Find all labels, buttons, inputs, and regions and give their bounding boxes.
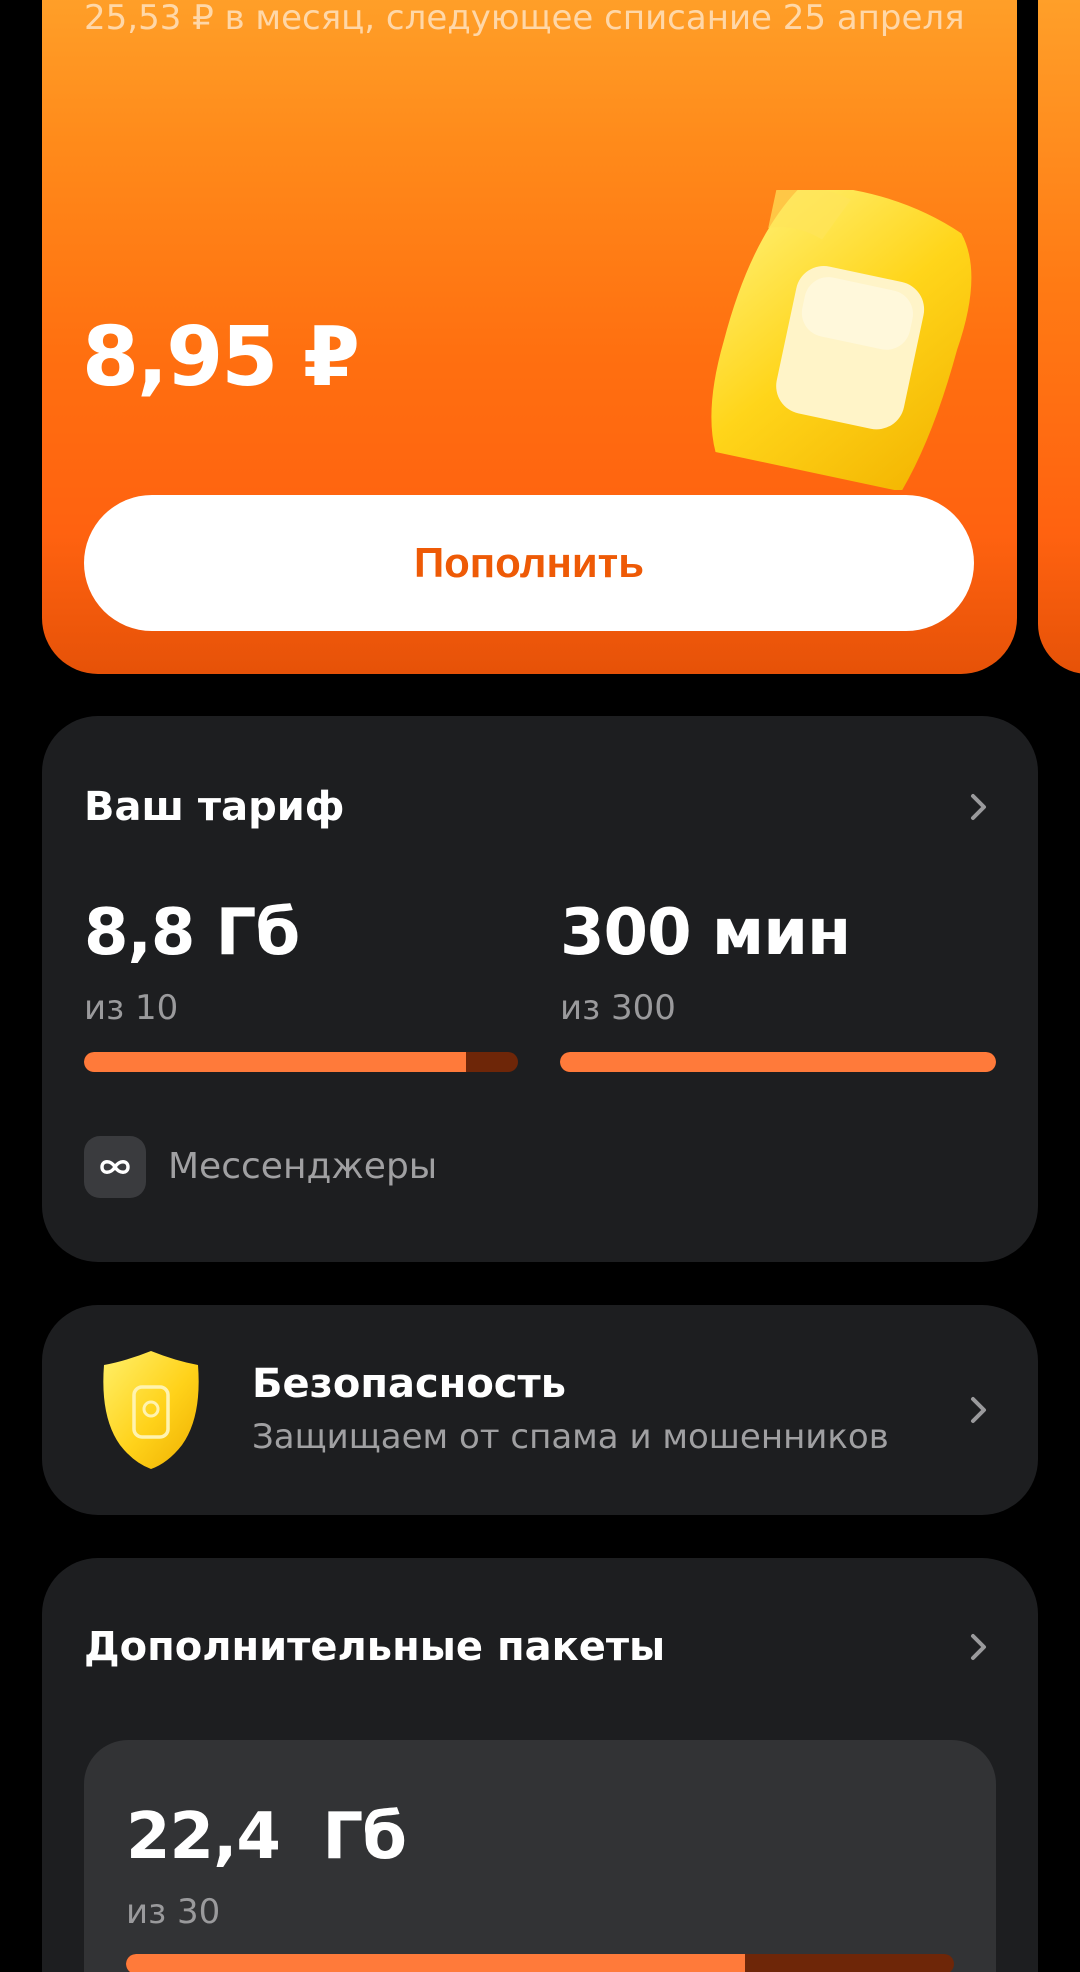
security-subtitle: Защищаем от спама и мошенников [252,1417,889,1457]
minutes-total: из 300 [560,988,676,1028]
package-progress-fill [126,1954,745,1972]
packages-title: Дополнительные пакеты [84,1624,666,1670]
chevron-right-icon [962,1393,996,1427]
security-title: Безопасность [252,1361,566,1407]
topup-button[interactable]: Пополнить [84,495,974,631]
minutes-progress-fill [560,1052,996,1072]
infinity-icon [84,1136,146,1198]
package-item[interactable]: 22,4 Гб из 30 [84,1740,996,1972]
data-remaining: 8,8 Гб [84,896,300,970]
armchair-illustration [711,190,972,490]
chevron-right-icon [962,790,996,824]
security-card[interactable]: Безопасность Защищаем от спама и мошенни… [42,1305,1038,1515]
tariff-card[interactable]: Ваш тариф 8,8 Гб из 10 300 мин из 300 Ме… [42,716,1038,1262]
data-total: из 10 [84,988,179,1028]
data-progress-fill [84,1052,466,1072]
packages-card[interactable]: Дополнительные пакеты 22,4 Гб из 30 [42,1558,1038,1972]
screen: 25,53 ₽ в месяц, следующее списание 25 а… [0,0,1080,1972]
tariff-title: Ваш тариф [84,784,345,830]
chevron-right-icon [962,1630,996,1664]
minutes-progress-bar [560,1052,996,1072]
shield-icon [103,1351,199,1469]
messengers-label: Мессенджеры [168,1146,438,1187]
next-card-peek[interactable] [1038,0,1080,674]
package-total: из 30 [126,1892,221,1932]
balance-amount: 8,95 ₽ [82,310,360,405]
minutes-remaining: 300 мин [560,896,851,970]
subscription-info: 25,53 ₽ в месяц, следующее списание 25 а… [84,0,965,38]
package-remaining: 22,4 Гб [126,1800,407,1874]
data-progress-bar [84,1052,518,1072]
balance-card[interactable]: 25,53 ₽ в месяц, следующее списание 25 а… [42,0,1017,674]
package-progress-bar [126,1954,954,1972]
